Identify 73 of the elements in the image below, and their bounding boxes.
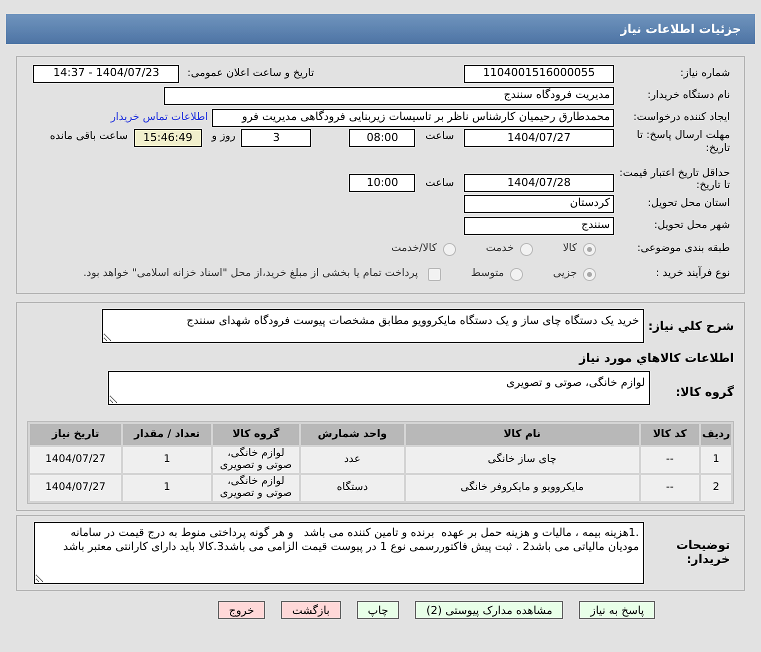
column-header: واحد شمارش (300, 424, 404, 445)
field-label: ایجاد کننده درخواست: (632, 110, 731, 125)
contact-link[interactable]: اطلاعات تماس خریدار (110, 110, 208, 126)
field-value: 3 (241, 129, 312, 147)
field-label: شهر محل تحویل: (653, 218, 731, 233)
table-cell: 1 (122, 475, 211, 501)
field-label: توضیحات خریدار: (675, 537, 731, 567)
field-value: 1404/07/28 (464, 174, 614, 192)
table-cell: عدد (300, 447, 404, 473)
radio-button[interactable] (583, 242, 596, 256)
field-value: 08:00 (349, 129, 416, 147)
checkbox-label: پرداخت تمام یا بخشی از مبلغ خرید،از محل "اسناد خزانه اسلامی" خواهد بود. (83, 266, 418, 282)
table-cell: 2 (701, 475, 731, 501)
action-button[interactable]: چاپ (356, 601, 400, 619)
field-label: ساعت (425, 129, 454, 144)
page-header: جزئیات اطلاعات نیاز (6, 14, 755, 44)
table-cell: دستگاه (300, 475, 404, 501)
radio-button[interactable] (510, 268, 524, 280)
action-button[interactable]: پاسخ به نیاز (579, 601, 656, 619)
radio-button[interactable] (583, 268, 596, 280)
table-cell: 1404/07/27 (30, 447, 121, 473)
column-header: تاریخ نیاز (30, 424, 121, 445)
table-cell: مایکروویو و مایکروفر خانگی (406, 475, 639, 501)
field-value: 1404/07/23 - 14:37 (33, 64, 180, 82)
field-label: گروه کالا: (674, 384, 734, 401)
table-cell: چای ساز خانگی (406, 447, 639, 473)
field-label: حداقل تاریخ اعتبار قیمت: تا تاریخ: (618, 166, 731, 192)
countdown-field: 15:46:49 (134, 129, 202, 147)
field-value: محمدطارق رحیمیان کارشناس ناظر بر تاسیسات زیربنایی فرودگاهی مدیریت فرو (212, 108, 614, 126)
option-label: جزیی (553, 266, 577, 282)
section-title: اطلاعات کالاهاي مورد نياز (578, 350, 734, 367)
field-label: شماره نیاز: (679, 66, 731, 81)
table-cell: -- (640, 447, 700, 473)
action-button[interactable]: بازگشت (281, 601, 341, 619)
field-label: نوع فرآیند خرید : (654, 266, 731, 282)
action-button[interactable]: مشاهده مدارک پیوستی (2) (415, 601, 564, 619)
table-cell: -- (640, 475, 700, 501)
column-header: تعداد / مقدار (122, 424, 211, 445)
checkbox[interactable] (428, 268, 442, 280)
table-cell: 1 (701, 447, 731, 473)
option-label: متوسط (471, 266, 504, 282)
column-header: گروه کالا (212, 424, 299, 445)
table-cell: 1 (122, 447, 211, 473)
description-field[interactable]: خرید یک دستگاه چای ساز و یک دستگاه مایکروویو مطابق مشخصات پیوست فرودگاه شهدای سنندج (102, 309, 644, 343)
goods-group-field[interactable]: لوازم خانگی، صوتی و تصویری (108, 371, 650, 405)
field-label: ساعت (425, 176, 454, 192)
field-value: سنندج (464, 216, 614, 234)
field-value: 1404/07/27 (464, 129, 614, 147)
table-cell: لوازم خانگی، صوتی و تصویری (212, 475, 299, 501)
field-label: نام دستگاه خریدار: (646, 88, 731, 103)
radio-button[interactable] (442, 242, 456, 256)
field-label: ساعت باقی مانده (50, 129, 128, 144)
option-label: کالا (562, 241, 577, 256)
option-label: کالا/خدمت (391, 241, 437, 256)
field-label: تاریخ و ساعت اعلان عمومی: (187, 66, 314, 81)
field-label: طبقه بندی موضوعی: (636, 241, 731, 256)
field-label: استان محل تحویل: (646, 196, 731, 211)
radio-button[interactable] (520, 242, 533, 256)
table-cell: لوازم خانگی، صوتی و تصویری (212, 447, 299, 473)
action-button[interactable]: خروج (218, 601, 266, 619)
notes-field[interactable]: .1هزینه بیمه ، مالیات و هزینه حمل بر عهده برنده و تامین کننده می باشد و هر گونه پرداختی منوط به درج قیمت در سامانه مودیان مالیاتی می باشد2 . ثبت پیش فاکتوررسمی نوع 1 در پیوست قیمت الزامی می باشد3.کالا باید دارای کارانتی معتبر باشد (34, 522, 644, 584)
field-value: 10:00 (349, 174, 416, 192)
field-label: مهلت ارسال پاسخ: تا تاریخ: (636, 129, 731, 154)
table-cell: 1404/07/27 (30, 475, 121, 501)
field-label: روز و (212, 129, 236, 144)
field-label: شرح کلي نياز: (647, 318, 734, 335)
column-header: نام کالا (406, 424, 639, 445)
column-header: کد کالا (640, 424, 700, 445)
field-value: کردستان (464, 194, 614, 212)
field-value: 1104001516000055 (464, 64, 614, 82)
column-header: ردیف (701, 424, 731, 445)
field-value: مدیریت فرودگاه سنندج (164, 86, 614, 104)
option-label: خدمت (486, 241, 514, 256)
